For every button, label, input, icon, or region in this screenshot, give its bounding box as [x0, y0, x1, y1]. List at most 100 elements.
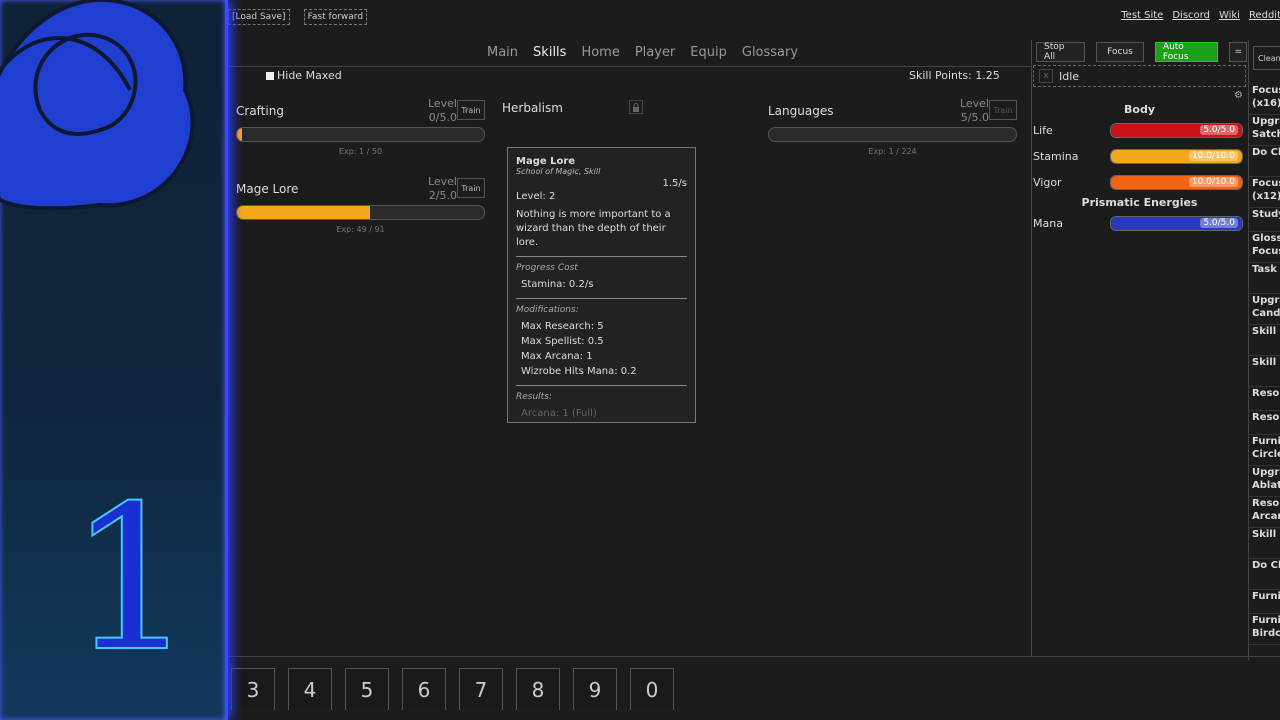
stat-value: 10.0/10.0	[1188, 177, 1238, 187]
skill-tooltip: Mage Lore School of Magic, Skill 1.5/s L…	[507, 147, 696, 423]
hotkey-slot-7[interactable]: 7	[459, 668, 503, 710]
gear-icon[interactable]: ⚙	[1234, 90, 1243, 101]
task-item[interactable]: Resou	[1249, 411, 1280, 435]
skill-mage-lore: Mage Lore Level 2/5.0 Train Exp: 49 / 91	[236, 175, 485, 237]
progress-fill	[237, 206, 371, 219]
tab-glossary[interactable]: Glossary	[742, 45, 798, 60]
task-item[interactable]: Study	[1249, 208, 1280, 232]
stat-value: 10.0/10.0	[1188, 151, 1238, 161]
hide-maxed-label: Hide Maxed	[277, 69, 342, 82]
skill-level: Level 0/5.0	[421, 97, 457, 125]
level-value: 5/5.0	[960, 111, 989, 124]
stat-label: Stamina	[1033, 150, 1079, 163]
stat-label: Life	[1033, 124, 1053, 137]
progress-fill	[237, 128, 242, 141]
skill-crafting: Crafting Level 0/5.0 Train Exp: 1 / 50	[236, 97, 485, 159]
tooltip-rate: 1.5/s	[662, 178, 687, 189]
nav-divider	[228, 66, 1031, 67]
task-item[interactable]: Furnit	[1249, 590, 1280, 614]
stat-vigor: Vigor 10.0/10.0	[1032, 174, 1247, 192]
hotkey-slot-0[interactable]: 0	[630, 668, 674, 710]
tab-equip[interactable]: Equip	[690, 45, 727, 60]
top-toolbar: [Load Save] Fast forward	[228, 9, 368, 25]
tab-player[interactable]: Player	[635, 45, 675, 60]
load-save-button[interactable]: [Load Save]	[228, 9, 290, 25]
task-item[interactable]: Upgra Satch	[1249, 115, 1280, 146]
link-reddit[interactable]: Reddit	[1249, 10, 1280, 21]
progress-cost: Stamina: 0.2/s	[521, 279, 594, 290]
task-item[interactable]: Gloss Focus	[1249, 232, 1280, 263]
close-icon[interactable]: x	[1039, 69, 1053, 83]
task-item[interactable]: Skill U	[1249, 528, 1280, 559]
task-item[interactable]: Focus (x12)	[1249, 177, 1280, 208]
results-value: Arcana: 1 (Full)	[521, 408, 597, 419]
results-label: Results:	[516, 392, 552, 402]
fast-forward-button[interactable]: Fast forward	[303, 9, 368, 25]
modification-item: Max Research: 5	[521, 321, 604, 332]
hotkey-slot-9[interactable]: 9	[573, 668, 617, 710]
task-item[interactable]: Upgra Candl	[1249, 294, 1280, 325]
channel-overlay: 1	[0, 0, 228, 720]
hotkey-slot-3[interactable]: 3	[231, 668, 275, 710]
hotkey-slot-8[interactable]: 8	[516, 668, 560, 710]
task-item[interactable]: Upgra Ablati	[1249, 466, 1280, 497]
link-test-site[interactable]: Test Site	[1121, 10, 1163, 21]
focus-button[interactable]: Focus	[1096, 42, 1144, 62]
stat-value: 5.0/5.0	[1200, 218, 1238, 228]
skill-level: Level 2/5.0	[421, 175, 457, 203]
hotkey-row: 34567890	[231, 668, 674, 710]
skill-name: Mage Lore	[236, 182, 299, 196]
tooltip-description: Nothing is more important to a wizard th…	[516, 209, 671, 248]
idle-task: x Idle	[1033, 65, 1246, 87]
hotkey-slot-4[interactable]: 4	[288, 668, 332, 710]
action-bar: Stop All Focus Auto Focus =	[1036, 42, 1247, 62]
hide-maxed-checkbox[interactable]	[266, 71, 274, 80]
task-item[interactable]: Do Ch	[1249, 559, 1280, 590]
link-wiki[interactable]: Wiki	[1219, 10, 1240, 21]
skill-name: Crafting	[236, 104, 284, 118]
exp-text: Exp: 1 / 224	[868, 147, 917, 156]
clear-button[interactable]: Clean	[1253, 46, 1280, 70]
task-item[interactable]: Focus (x16)	[1249, 84, 1280, 115]
stat-bar: 10.0/10.0	[1110, 175, 1243, 190]
train-button[interactable]: Train	[457, 178, 485, 198]
stop-all-button[interactable]: Stop All	[1036, 42, 1086, 62]
exp-text: Exp: 1 / 50	[338, 147, 383, 156]
task-item[interactable]: Resou	[1249, 387, 1280, 411]
task-list: Clean Focus (x16)Upgra SatchDo ChFocus (…	[1248, 40, 1280, 660]
stat-life: Life 5.0/5.0	[1032, 122, 1247, 140]
tab-skills[interactable]: Skills	[533, 45, 566, 60]
hide-maxed-toggle[interactable]: Hide Maxed	[266, 69, 342, 82]
task-item[interactable]: Resou Arcan	[1249, 497, 1280, 528]
stat-stamina: Stamina 10.0/10.0	[1032, 148, 1247, 166]
stat-mana: Mana 5.0/5.0	[1032, 215, 1247, 233]
body-title: Body	[1124, 103, 1155, 116]
task-item[interactable]: Do Ch	[1249, 146, 1280, 177]
task-item[interactable]: Skill U	[1249, 325, 1280, 356]
idle-label: Idle	[1059, 69, 1080, 83]
train-button[interactable]: Train	[989, 100, 1017, 120]
hotkey-slot-6[interactable]: 6	[402, 668, 446, 710]
task-item[interactable]: Skill U	[1249, 356, 1280, 387]
link-discord[interactable]: Discord	[1172, 10, 1210, 21]
stat-value: 5.0/5.0	[1200, 125, 1238, 135]
external-links: Test Site Discord Wiki Reddit	[1121, 10, 1280, 21]
stat-bar: 10.0/10.0	[1110, 149, 1243, 164]
tab-main[interactable]: Main	[487, 45, 518, 60]
skill-name: Herbalism	[502, 101, 563, 115]
logo-icon	[0, 0, 195, 211]
menu-button[interactable]: =	[1229, 42, 1247, 62]
auto-focus-button[interactable]: Auto Focus	[1154, 42, 1219, 62]
tooltip-subtitle: School of Magic, Skill	[516, 167, 601, 176]
tooltip-level: Level: 2	[516, 191, 556, 202]
level-label: Level	[427, 97, 457, 110]
hotkey-slot-5[interactable]: 5	[345, 668, 389, 710]
main-nav: Main Skills Home Player Equip Glossary	[487, 45, 813, 60]
task-item[interactable]: Task U	[1249, 263, 1280, 294]
modifications-label: Modifications:	[516, 305, 579, 315]
task-item[interactable]: Furnit Circle	[1249, 435, 1280, 466]
tab-home[interactable]: Home	[581, 45, 619, 60]
train-button[interactable]: Train	[457, 100, 485, 120]
task-item[interactable]: Furnit Birdca	[1249, 614, 1280, 645]
modification-item: Max Arcana: 1	[521, 351, 593, 362]
